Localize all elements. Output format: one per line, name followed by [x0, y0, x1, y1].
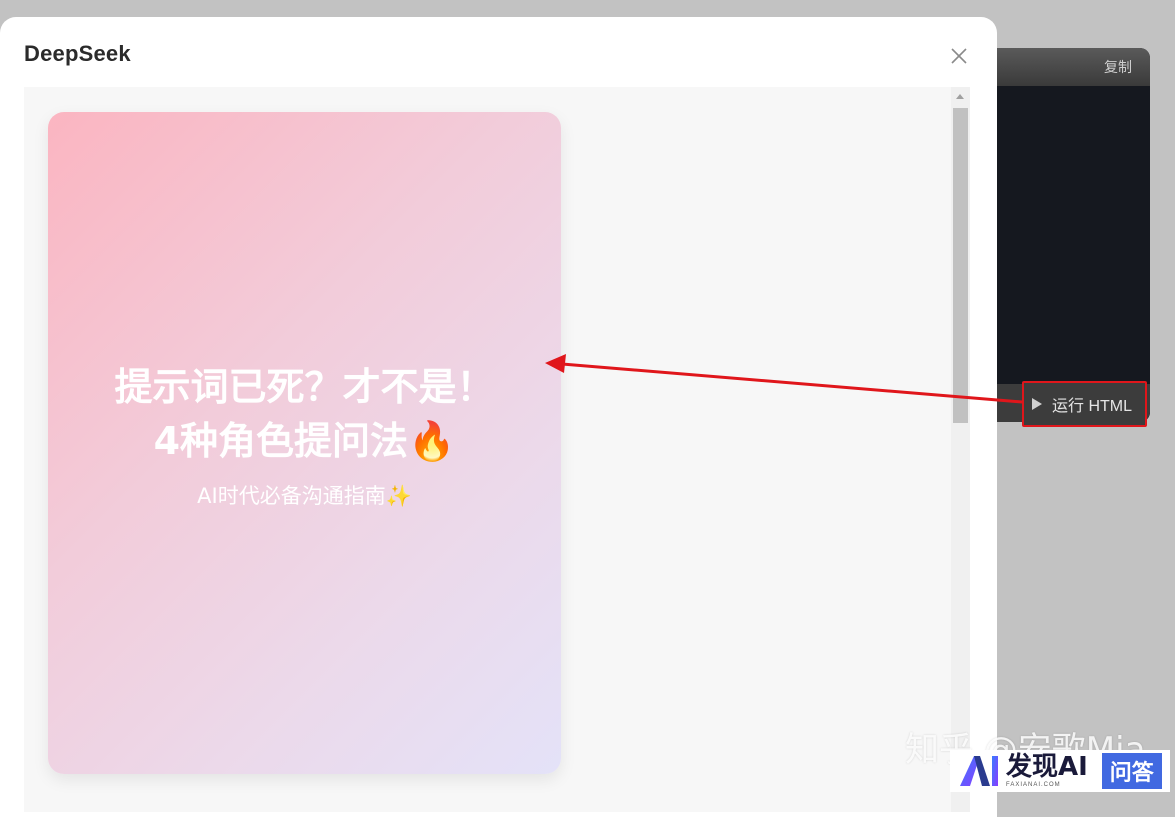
logo-main-text: 发现AI: [1006, 752, 1088, 782]
card-title-line-2: 4种角色提问法🔥: [153, 419, 456, 463]
scroll-thumb[interactable]: [953, 108, 968, 423]
modal-title: DeepSeek: [24, 41, 131, 66]
card-subtitle: AI时代必备沟通指南✨: [197, 484, 412, 508]
scroll-up-arrow-icon[interactable]: [956, 94, 964, 99]
html-preview-area: 提示词已死？才不是！ 4种角色提问法🔥 AI时代必备沟通指南✨: [24, 87, 970, 812]
close-icon: [951, 48, 967, 64]
logo-text: 发现AI FAXIANAI.COM: [1006, 754, 1088, 788]
run-html-label: 运行 HTML: [1052, 398, 1133, 415]
play-icon: [1032, 398, 1042, 410]
close-button[interactable]: [948, 45, 970, 67]
logo-badge: 问答: [1101, 753, 1162, 789]
preview-modal: DeepSeek 提示词已死？才不是！ 4种角色提问法🔥 AI时代必备沟通指南✨: [0, 17, 997, 817]
card-title-line-1: 提示词已死？才不是！: [114, 365, 495, 409]
run-html-button[interactable]: 运行 HTML: [1022, 381, 1147, 427]
card-title: 提示词已死？才不是！ 4种角色提问法🔥: [48, 360, 561, 468]
vertical-scrollbar[interactable]: [951, 87, 970, 812]
cover-card: 提示词已死？才不是！ 4种角色提问法🔥 AI时代必备沟通指南✨: [48, 112, 561, 774]
logo-sub-text: FAXIANAI.COM: [1006, 782, 1061, 788]
faxianai-logo: 发现AI FAXIANAI.COM 问答: [950, 750, 1170, 792]
ai-logo-icon: [960, 756, 998, 786]
copy-button[interactable]: 复制: [1104, 57, 1132, 77]
